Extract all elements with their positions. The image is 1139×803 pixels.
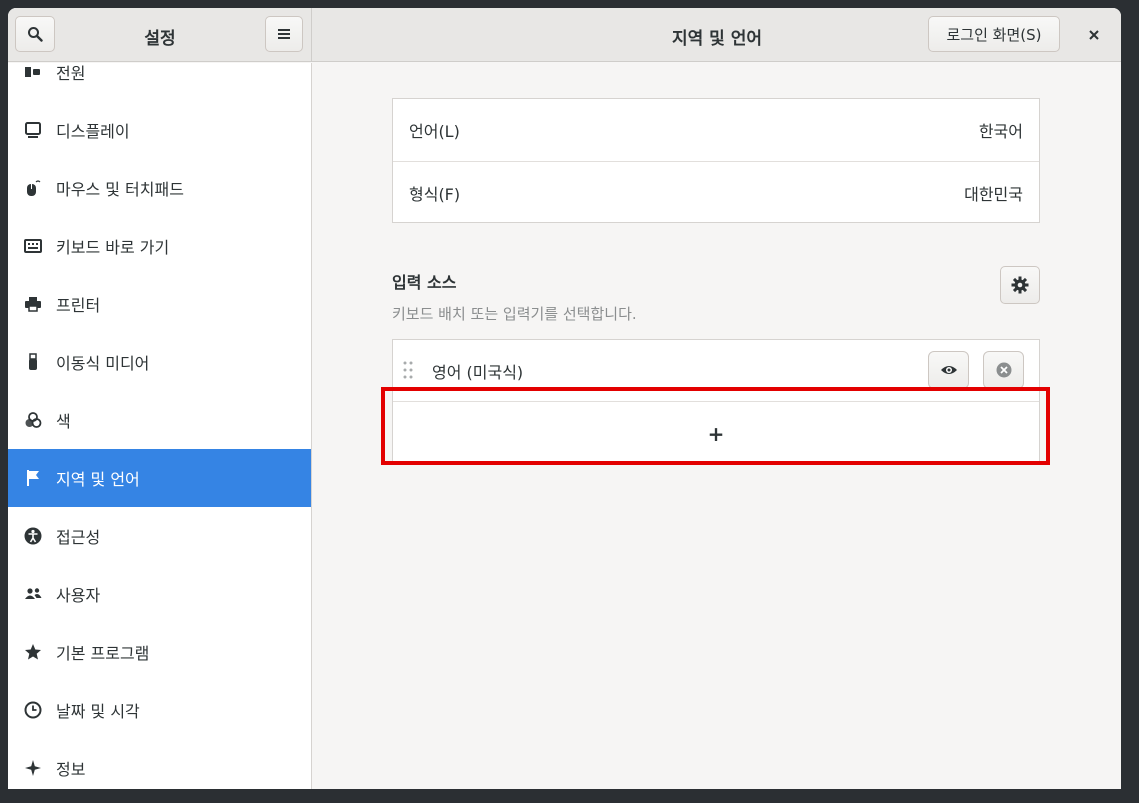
sidebar-item-label: 색 — [56, 412, 71, 431]
sidebar-item-label: 사용자 — [56, 586, 101, 605]
close-icon — [1089, 30, 1099, 40]
eye-icon — [940, 366, 957, 374]
sidebar-item-label: 마우스 및 터치패드 — [56, 180, 184, 199]
sidebar-item-removable-media[interactable]: 이동식 미디어 — [8, 333, 311, 391]
formats-value: 대한민국 — [964, 184, 1023, 204]
users-icon — [23, 584, 43, 604]
sidebar-item-label: 디스플레이 — [56, 122, 130, 141]
sidebar-item-label: 이동식 미디어 — [56, 354, 150, 373]
sidebar-item-region-language[interactable]: 지역 및 언어 — [8, 449, 311, 507]
close-button[interactable] — [1081, 22, 1107, 48]
sidebar-item-label: 날짜 및 시각 — [56, 702, 140, 721]
sidebar-item-label: 전원 — [56, 64, 86, 83]
sparkle-icon — [23, 758, 43, 778]
remove-input-source-button[interactable] — [983, 351, 1024, 389]
sidebar-item-printers[interactable]: 프린터 — [8, 275, 311, 333]
sidebar-item-color[interactable]: 색 — [8, 391, 311, 449]
usb-icon — [23, 352, 43, 372]
sidebar-item-label: 접근성 — [56, 528, 101, 547]
mouse-icon — [23, 178, 43, 198]
printer-icon — [23, 294, 43, 314]
sidebar-item-about[interactable]: 정보 — [8, 739, 311, 789]
sidebar-item-label: 프린터 — [56, 296, 101, 315]
formats-row[interactable]: 형식(F) 대한민국 — [393, 162, 1039, 223]
settings-window: 설정 지역 및 언어 로그인 화면(S) 전원 디스플레이 마우스 및 터치패드… — [8, 8, 1121, 789]
input-source-name: 영어 (미국식) — [432, 362, 524, 382]
hamburger-menu-icon — [278, 29, 290, 39]
gear-icon — [1011, 276, 1029, 294]
sidebar-item-accessibility[interactable]: 접근성 — [8, 507, 311, 565]
input-source-row[interactable]: 영어 (미국식) — [393, 340, 1039, 401]
sidebar-item-default-apps[interactable]: 기본 프로그램 — [8, 623, 311, 681]
input-sources-settings-button[interactable] — [1000, 266, 1040, 304]
star-icon — [23, 642, 43, 662]
add-input-source-button[interactable]: + — [393, 402, 1039, 465]
sidebar-item-label: 정보 — [56, 760, 86, 779]
sidebar-item-label: 지역 및 언어 — [56, 470, 140, 489]
language-formats-list: 언어(L) 한국어 형식(F) 대한민국 — [392, 98, 1040, 223]
language-label: 언어(L) — [409, 122, 460, 141]
display-icon — [23, 120, 43, 140]
drag-handle-icon[interactable] — [403, 361, 413, 383]
sidebar-item-keyboard[interactable]: 키보드 바로 가기 — [8, 217, 311, 275]
sidebar: 전원 디스플레이 마우스 및 터치패드 키보드 바로 가기 프린터 이동식 미디… — [8, 63, 312, 789]
sidebar-item-users[interactable]: 사용자 — [8, 565, 311, 623]
add-icon: + — [707, 421, 725, 446]
flag-icon — [23, 468, 43, 488]
input-sources-description: 키보드 배치 또는 입력기를 선택합니다. — [392, 305, 637, 323]
preview-layout-button[interactable] — [928, 351, 969, 389]
sidebar-header: 설정 — [8, 8, 312, 62]
region-language-panel: 언어(L) 한국어 형식(F) 대한민국 입력 소스 키보드 배치 또는 입력기… — [313, 63, 1121, 789]
language-row[interactable]: 언어(L) 한국어 — [393, 99, 1039, 161]
accessibility-icon — [23, 526, 43, 546]
sidebar-item-label: 키보드 바로 가기 — [56, 238, 170, 257]
formats-label: 형식(F) — [409, 184, 461, 204]
input-sources-list: 영어 (미국식) + — [392, 339, 1040, 465]
sidebar-item-display[interactable]: 디스플레이 — [8, 101, 311, 159]
language-value: 한국어 — [978, 122, 1023, 141]
keyboard-icon — [23, 236, 43, 256]
clock-icon — [23, 700, 43, 720]
header-bar: 설정 지역 및 언어 로그인 화면(S) — [8, 8, 1121, 62]
sidebar-item-date-time[interactable]: 날짜 및 시각 — [8, 681, 311, 739]
power-icon — [23, 63, 43, 82]
input-sources-title: 입력 소스 — [392, 273, 457, 292]
color-icon — [23, 410, 43, 430]
sidebar-item-mouse[interactable]: 마우스 및 터치패드 — [8, 159, 311, 217]
login-screen-button[interactable]: 로그인 화면(S) — [928, 16, 1060, 52]
main-menu-button[interactable] — [265, 16, 303, 52]
remove-circle-icon — [996, 362, 1011, 378]
sidebar-item-power[interactable]: 전원 — [8, 63, 311, 101]
sidebar-item-label: 기본 프로그램 — [56, 644, 150, 663]
